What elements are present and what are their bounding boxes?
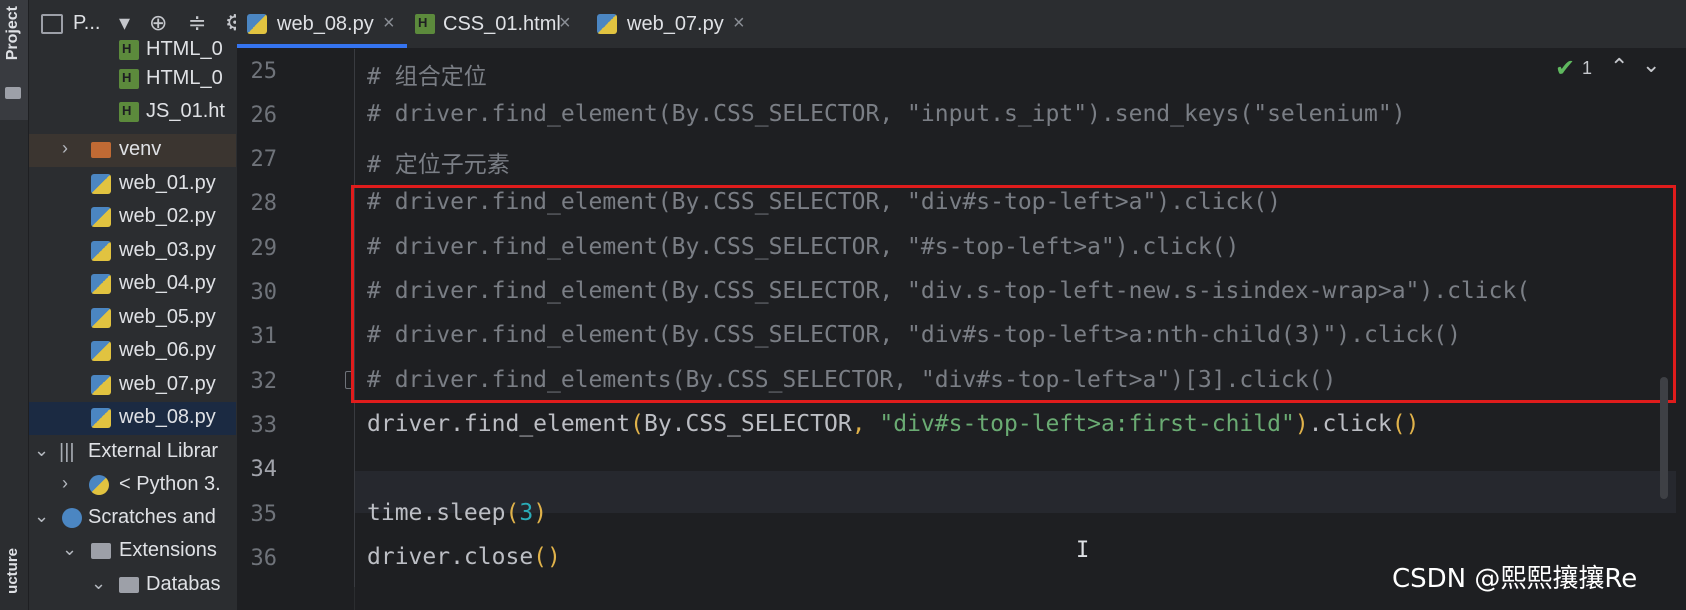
structure-tool-label[interactable]: ucture (4, 548, 21, 594)
code-line: # 组合定位 (367, 64, 487, 90)
tree-item-web07[interactable]: web_07.py (29, 369, 236, 402)
tree-item-web02[interactable]: web_02.py (29, 201, 236, 234)
tree-item-python-sdk[interactable]: › < Python 3. (29, 469, 236, 502)
python-file-icon (91, 207, 111, 227)
html-file-icon (119, 102, 139, 122)
code-line: time.sleep(3) (367, 500, 548, 526)
line-number-gutter: 25 26 27 28 29 30 31 32 33 34 35 36 (237, 49, 357, 610)
code-line: # driver.find_element(By.CSS_SELECTOR, "… (367, 101, 1406, 127)
checkmark-icon[interactable]: ✔ (1555, 54, 1575, 82)
tool-window-strip: Project ucture (0, 0, 29, 610)
line-number: 30 (250, 280, 278, 305)
html-file-icon (415, 14, 435, 34)
chevron-right-icon[interactable]: › (62, 138, 68, 159)
tree-item-extensions[interactable]: ⌄ Extensions (29, 535, 236, 568)
scratches-icon (62, 508, 82, 528)
watermark: CSDN @熙熙攘攘Re (1392, 564, 1638, 594)
tree-item-scratches[interactable]: ⌄ Scratches and (29, 502, 236, 535)
project-view-icon[interactable] (41, 14, 63, 34)
python-sdk-icon (89, 475, 109, 495)
python-file-icon (91, 341, 111, 361)
tree-item-js[interactable]: JS_01.ht (29, 96, 236, 129)
tree-item-web04[interactable]: web_04.py (29, 268, 236, 301)
highlight-annotation-box (351, 185, 1676, 403)
line-number: 33 (250, 413, 278, 438)
python-file-icon (91, 241, 111, 261)
close-icon[interactable]: × (733, 12, 745, 35)
code-line: driver.close() (367, 544, 561, 570)
line-number: 26 (250, 103, 278, 128)
tree-item-web03[interactable]: web_03.py (29, 235, 236, 268)
code-line: # 定位子元素 (367, 152, 510, 178)
folder-icon (91, 142, 111, 158)
chevron-down-icon[interactable]: ⌄ (91, 573, 106, 594)
project-view-selector[interactable]: P... (73, 12, 100, 35)
chevron-up-icon[interactable]: ⌃ (1610, 54, 1628, 82)
tree-item-web06[interactable]: web_06.py (29, 335, 236, 368)
project-tool-label: Project (4, 6, 21, 61)
python-file-icon (91, 375, 111, 395)
editor-scrollbar-thumb[interactable] (1660, 377, 1668, 499)
current-line-highlight (355, 471, 1686, 513)
project-tool-window-button[interactable]: Project (0, 0, 28, 120)
chevron-right-icon[interactable]: › (62, 473, 68, 494)
folder-icon (119, 577, 139, 593)
chevron-down-icon[interactable]: ⌄ (62, 539, 77, 560)
tab-css-01[interactable]: CSS_01.html × (415, 0, 587, 48)
text-cursor-icon: I (1076, 538, 1090, 563)
library-icon: ||| (59, 441, 75, 463)
close-icon[interactable]: × (559, 12, 571, 35)
inspection-count[interactable]: 1 (1582, 58, 1592, 86)
line-number: 31 (250, 324, 278, 349)
tree-item-web08[interactable]: web_08.py (29, 402, 236, 435)
chevron-down-icon[interactable]: ⌄ (1642, 52, 1660, 80)
line-number: 34 (250, 457, 278, 482)
python-file-icon (91, 408, 111, 428)
tree-item-web05[interactable]: web_05.py (29, 302, 236, 335)
locate-icon[interactable]: ⊕ (149, 13, 167, 35)
line-number: 35 (250, 502, 278, 527)
editor-tabs: web_08.py × CSS_01.html × web_07.py × (237, 0, 1686, 49)
python-file-icon (597, 14, 617, 34)
tree-item-html-2[interactable]: HTML_0 (29, 63, 236, 96)
line-number: 27 (250, 147, 278, 172)
tab-web-07[interactable]: web_07.py × (597, 0, 757, 48)
project-panel: P... ▾ ⊕ ≑ ⚙ HTML_0 HTML_0 JS_01.ht › ve… (29, 0, 236, 610)
line-number: 28 (250, 191, 278, 216)
html-file-icon (119, 69, 139, 89)
tree-item-venv[interactable]: › venv (29, 134, 236, 167)
python-file-icon (91, 274, 111, 294)
close-icon[interactable]: × (383, 12, 395, 35)
html-file-icon (119, 40, 139, 60)
line-number: 36 (250, 546, 278, 571)
tree-item-web01[interactable]: web_01.py (29, 168, 236, 201)
line-number: 29 (250, 236, 278, 261)
tab-web-08[interactable]: web_08.py × (237, 0, 407, 48)
collapse-all-icon[interactable]: ≑ (188, 13, 206, 35)
chevron-down-icon[interactable]: ⌄ (34, 440, 49, 461)
code-line: driver.find_element(By.CSS_SELECTOR, "di… (367, 411, 1420, 437)
chevron-down-icon[interactable]: ⌄ (34, 506, 49, 527)
folder-icon (91, 543, 111, 559)
python-file-icon (91, 308, 111, 328)
line-number: 32 (250, 369, 278, 394)
python-file-icon (91, 174, 111, 194)
tree-item-database[interactable]: ⌄ Databas (29, 569, 236, 602)
settings-icon[interactable]: ⚙ (225, 13, 236, 35)
editor-scrollbar-track[interactable] (1676, 49, 1686, 610)
python-file-icon (247, 14, 267, 34)
line-number: 25 (250, 59, 278, 84)
tree-item-external-libraries[interactable]: ⌄ ||| External Librar (29, 436, 236, 469)
chevron-down-icon[interactable]: ▾ (119, 13, 130, 35)
project-folder-icon (5, 87, 21, 99)
